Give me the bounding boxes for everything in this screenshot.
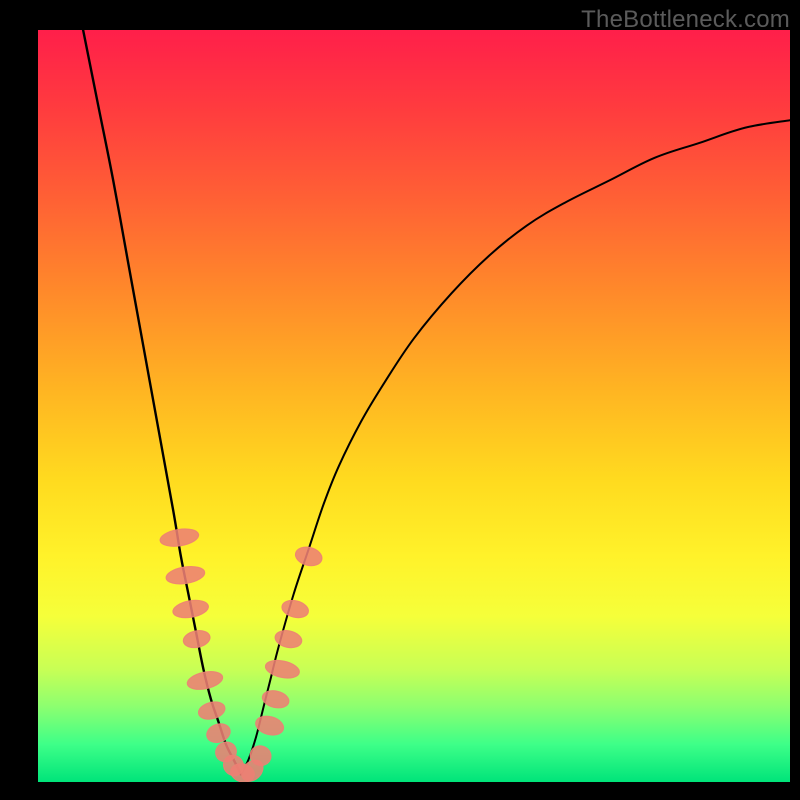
bottleneck-curve-right: [241, 120, 790, 774]
marker-point: [165, 564, 206, 586]
marker-point: [253, 713, 285, 738]
chart-frame: TheBottleneck.com: [0, 0, 800, 800]
marker-point: [293, 544, 324, 568]
bottleneck-curve-left: [83, 30, 241, 774]
plot-area: [38, 30, 790, 782]
marker-point: [159, 526, 200, 549]
marker-point: [171, 598, 209, 621]
marker-point: [280, 598, 310, 621]
marker-point: [261, 688, 291, 710]
marker-point: [264, 658, 301, 681]
curve-svg: [38, 30, 790, 782]
marker-point: [197, 699, 227, 722]
marker-point: [186, 669, 225, 693]
marker-point: [182, 628, 212, 650]
